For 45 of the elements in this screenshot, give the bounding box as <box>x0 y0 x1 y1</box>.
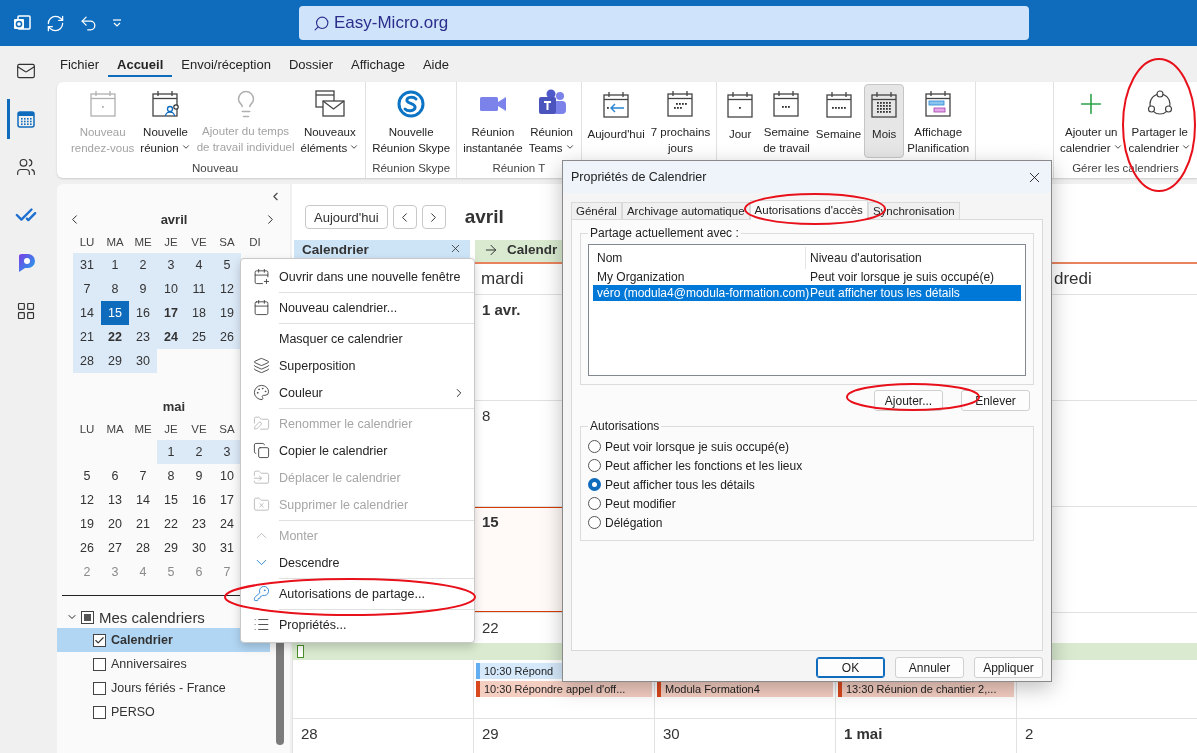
month-title: mai <box>161 398 187 414</box>
weekday-name: mardi <box>481 269 524 289</box>
weekday-label: SA <box>218 421 236 437</box>
day-number: 2 <box>1025 725 1034 744</box>
day-number: 8 <box>482 407 491 426</box>
event-title: 10:30 Répondre appel d'off... <box>483 682 626 697</box>
month-title: avril <box>159 211 189 227</box>
folder-group-label: Mes calendriers <box>99 608 205 626</box>
list-cell-text: Peut voir lorsque je suis occupé(e) <box>809 270 996 284</box>
group-label: Réunion Skype <box>372 161 451 176</box>
weekday-label: JE <box>163 234 179 250</box>
weekday-label: MA <box>105 234 125 250</box>
group-legend: Autorisations <box>588 419 662 433</box>
weekday-label: MA <box>105 421 125 437</box>
dialog-title: Propriétés de Calendrier <box>571 170 707 184</box>
group-label: Nouveau <box>192 161 239 176</box>
calendar-name: Anniversaires <box>111 657 187 671</box>
list-cell-text: Peut afficher tous les détails <box>809 286 961 300</box>
day-number: 1 avr. <box>482 301 521 320</box>
weekday-label: LU <box>78 234 96 250</box>
day-number: 15 <box>482 513 499 532</box>
weekday-label: DI <box>248 234 262 250</box>
weekday-label: JE <box>163 421 179 437</box>
calendar-name: Calendrier <box>111 633 173 647</box>
event-title: 10:30 Répond <box>483 664 554 679</box>
weekday-label: VE <box>190 234 208 250</box>
list-cell-text: My Organization <box>596 270 686 284</box>
weekday-label: SA <box>218 234 236 250</box>
weekday-label: ME <box>133 234 153 250</box>
month-title: avril <box>464 206 504 228</box>
event-title: 13:30 Réunion de chantier 2,... <box>845 682 997 697</box>
weekday-label: ME <box>133 421 153 437</box>
weekday-label: VE <box>190 421 208 437</box>
day-number: 22 <box>482 619 499 638</box>
group-label: Réunion T <box>492 161 546 176</box>
calendar-name: Jours fériés - France <box>111 681 226 695</box>
day-number: 1 mai <box>844 725 883 744</box>
day-number: 28 <box>301 725 318 744</box>
event-title: Modula Formation4 <box>664 682 760 697</box>
day-number: 30 <box>663 725 680 744</box>
day-number: 29 <box>482 725 499 744</box>
calendar-name: PERSO <box>111 705 155 719</box>
weekday-label: LU <box>78 421 96 437</box>
weekday-name: dredi <box>1054 269 1092 289</box>
group-legend: Partage actuellement avec : <box>588 226 741 240</box>
